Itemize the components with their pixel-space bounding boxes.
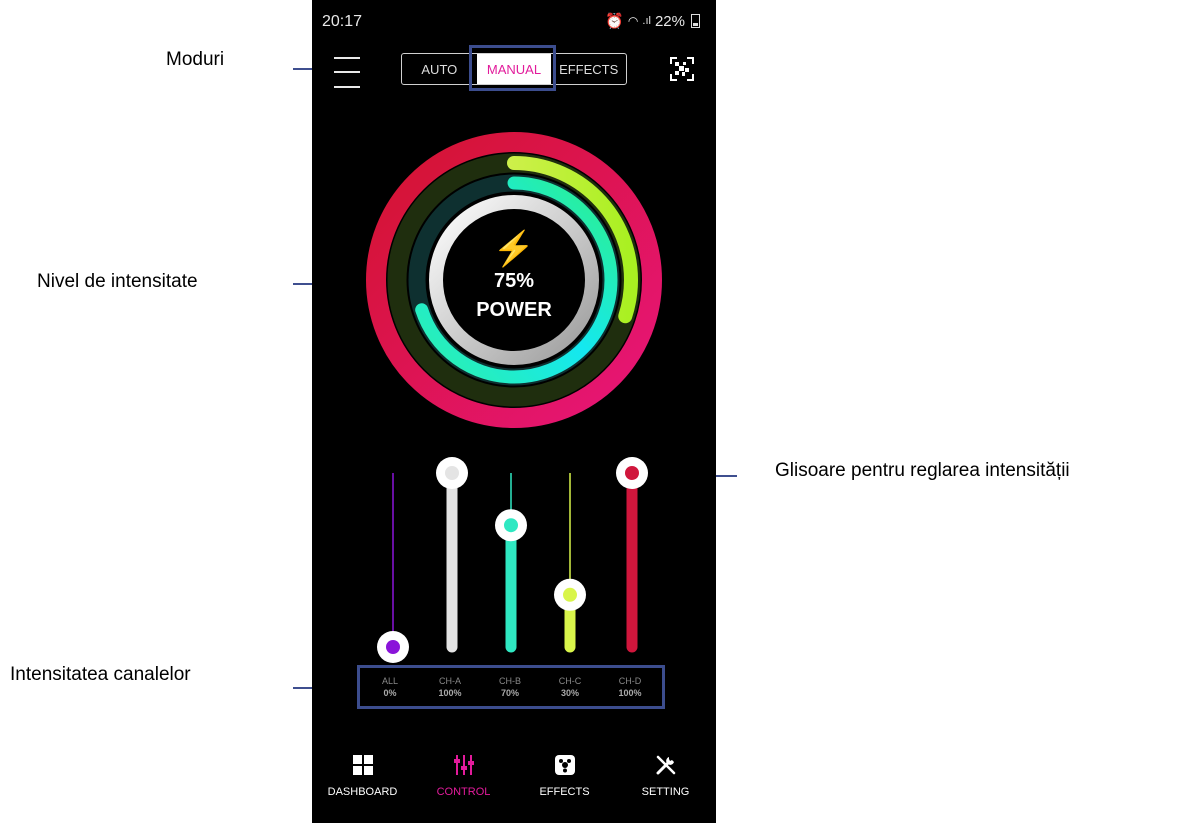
nav-setting-label: SETTING: [641, 786, 690, 798]
annotation-glisoare: Glisoare pentru reglarea intensității: [775, 460, 1070, 481]
slider-knob-dot-ch-b: [504, 518, 518, 533]
power-value: 75%: [493, 270, 535, 292]
status-icons: ⏰ ◠ .ıl 22%: [605, 12, 700, 30]
channel-sliders: [377, 457, 648, 663]
status-bar: 20:17 ⏰ ◠ .ıl 22%: [312, 0, 716, 40]
qr-scan-icon[interactable]: [670, 57, 694, 81]
battery-percent: 22%: [654, 12, 685, 30]
menu-icon[interactable]: [334, 55, 360, 89]
channel-label-ch-b: CH-B 70%: [499, 676, 521, 698]
power-readout: ⚡ 75% POWER: [312, 232, 716, 322]
battery-icon: [691, 14, 700, 28]
signal-icon: .ıl: [642, 15, 651, 27]
nav-control[interactable]: CONTROL: [413, 742, 514, 823]
channel-label-ch-d: CH-D 100%: [618, 676, 642, 698]
lightning-icon: ⚡: [492, 230, 536, 268]
status-time: 20:17: [322, 13, 363, 30]
power-label: POWER: [476, 299, 552, 321]
channel-label-ch-c: CH-C 30%: [558, 676, 582, 698]
tab-auto[interactable]: AUTO: [402, 54, 477, 84]
channel-label-all: ALL 0%: [381, 676, 398, 698]
phone-screen: 20:17 ⏰ ◠ .ıl 22% AUTO MANUAL EFFECTS ⚡ …: [312, 0, 716, 823]
annotation-nivel: Nivel de intensitate: [37, 271, 198, 292]
bottom-nav: DASHBOARD CONTROL EFFECTS SETTING: [312, 742, 716, 823]
nav-dashboard[interactable]: DASHBOARD: [312, 742, 413, 823]
slider-knob-dot-ch-a: [445, 466, 459, 480]
annotation-moduri: Moduri: [166, 49, 225, 70]
effects-icon: [554, 755, 575, 775]
dashboard-icon: [352, 755, 373, 775]
nav-control-label: CONTROL: [436, 786, 491, 798]
slider-knob-dot-ch-c: [563, 587, 577, 602]
nav-dashboard-label: DASHBOARD: [327, 786, 398, 798]
nav-effects-label: EFFECTS: [539, 786, 590, 798]
alarm-icon: ⏰: [605, 13, 624, 30]
sliders-icon: [453, 755, 474, 775]
channel-labels: ALL 0% CH-A 100% CH-B 70% CH-C 30% CH-D 100%: [360, 675, 660, 699]
slider-knob-dot-ch-d: [625, 466, 639, 480]
wifi-icon: ◠: [627, 14, 639, 28]
nav-effects[interactable]: EFFECTS: [514, 742, 615, 823]
highlight-manual: [469, 45, 556, 91]
slider-knob-dot-all: [386, 640, 400, 654]
tab-effects[interactable]: EFFECTS: [551, 54, 626, 84]
tools-icon: [656, 755, 675, 775]
nav-setting[interactable]: SETTING: [615, 742, 716, 823]
annotation-canale: Intensitatea canalelor: [10, 664, 191, 685]
channel-label-ch-a: CH-A 100%: [438, 676, 462, 698]
